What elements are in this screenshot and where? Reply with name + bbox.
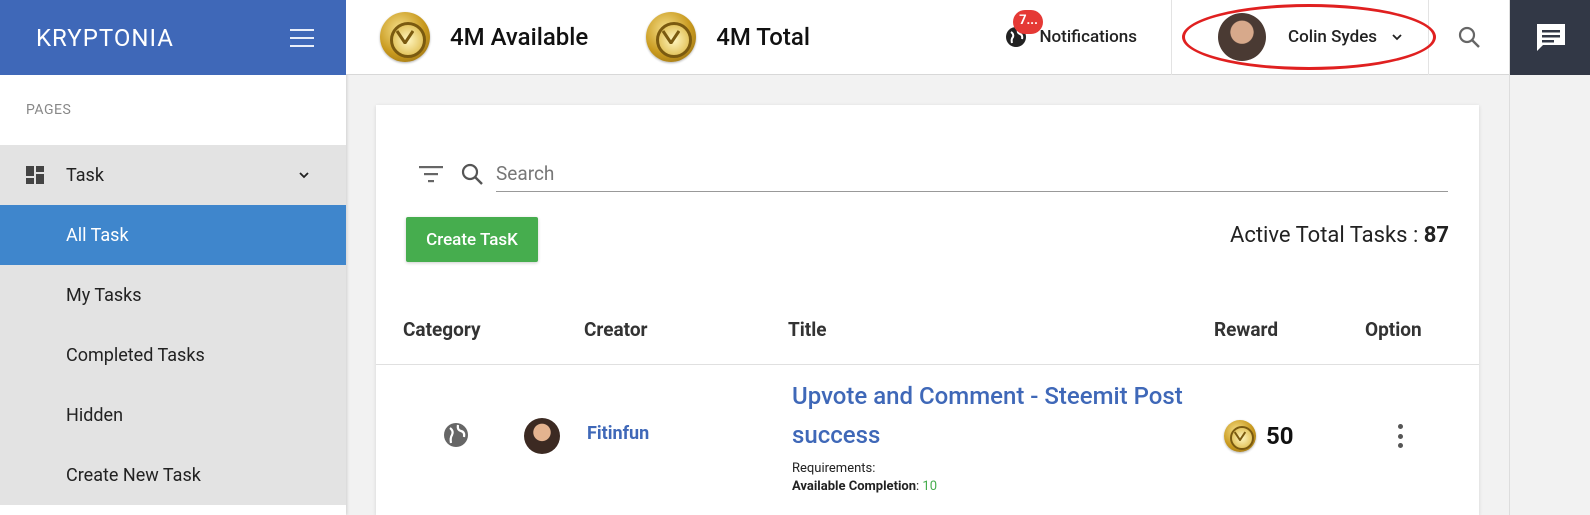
menu-icon[interactable] — [290, 28, 314, 47]
more-options-icon[interactable] — [1387, 422, 1413, 450]
sidebar-item-task[interactable]: Task — [0, 145, 346, 205]
total-text: 4M Total — [716, 23, 810, 51]
chevron-down-icon — [299, 172, 309, 179]
reward: 50 — [1224, 420, 1294, 452]
search-button[interactable] — [1429, 0, 1509, 75]
table-row: Fitinfun Upvote and Comment - Steemit Po… — [376, 366, 1479, 515]
chevron-down-icon — [1392, 34, 1402, 41]
right-panel — [1509, 0, 1590, 515]
available-balance: 4M Available — [380, 12, 588, 62]
brand-bar: KRYPTONIA — [0, 0, 346, 75]
active-total-tasks: Active Total Tasks : 87 — [1230, 223, 1449, 248]
search-bar — [418, 149, 1448, 199]
notifications-button[interactable]: 7... Notifications — [1005, 0, 1171, 75]
available-completion: Available Completion: 10 — [792, 479, 938, 494]
dashboard-icon — [26, 166, 44, 184]
avatar — [1218, 13, 1266, 61]
create-task-button[interactable]: Create TasK — [406, 217, 538, 262]
filter-icon[interactable] — [418, 162, 444, 186]
column-header-option[interactable]: Option — [1365, 318, 1422, 341]
search-icon — [461, 163, 483, 185]
sidebar-item-my-tasks[interactable]: My Tasks — [0, 265, 346, 325]
total-balance: 4M Total — [646, 12, 810, 62]
sidebar-item-all-task[interactable]: All Task — [0, 205, 346, 265]
task-title-link[interactable]: Upvote and Comment - Steemit Post succes… — [792, 377, 1212, 455]
active-total-label: Active Total Tasks : — [1229, 223, 1424, 248]
sidebar-nav: Task All Task My Tasks Completed Tasks H… — [0, 145, 346, 505]
sidebar-item-create-new-task[interactable]: Create New Task — [0, 445, 346, 505]
notification-count-badge: 7... — [1013, 9, 1044, 34]
sidebar-item-completed-tasks[interactable]: Completed Tasks — [0, 325, 346, 385]
creator-avatar[interactable] — [524, 418, 560, 454]
coin-icon — [380, 12, 430, 62]
coin-icon — [646, 12, 697, 62]
globe-icon[interactable] — [443, 422, 469, 448]
available-text: 4M Available — [450, 23, 589, 51]
available-completion-label: Available Completion — [792, 479, 917, 494]
reward-value: 50 — [1266, 422, 1294, 450]
column-header-reward[interactable]: Reward — [1214, 318, 1278, 341]
coin-icon — [1224, 420, 1256, 452]
user-menu[interactable]: Colin Sydes — [1171, 0, 1436, 75]
section-label: PAGES — [26, 102, 72, 118]
chat-button[interactable] — [1510, 0, 1590, 75]
creator-link[interactable]: Fitinfun — [587, 423, 649, 444]
chat-icon — [1536, 23, 1565, 51]
tasks-card: Create TasK Active Total Tasks : 87 Cate… — [376, 105, 1479, 515]
search-input[interactable] — [496, 156, 1448, 192]
sidebar-item-label: Task — [66, 164, 104, 186]
available-completion-value: 10 — [922, 479, 938, 494]
top-bar: 4M Available 4M Total 7... Notifications… — [346, 0, 1509, 75]
sidebar-item-hidden[interactable]: Hidden — [0, 385, 346, 445]
column-header-category[interactable]: Category — [403, 318, 481, 341]
search-icon — [1458, 26, 1480, 48]
column-header-creator[interactable]: Creator — [584, 318, 648, 341]
notifications-label: Notifications — [1039, 27, 1137, 47]
table-header: Category Creator Title Reward Option — [376, 295, 1479, 365]
column-header-title[interactable]: Title — [788, 318, 827, 341]
sidebar: KRYPTONIA PAGES Task All Task My Tasks C… — [0, 0, 346, 515]
brand-logo-text: KRYPTONIA — [36, 23, 174, 52]
requirements-label: Requirements: — [792, 461, 876, 476]
user-name: Colin Sydes — [1288, 27, 1378, 47]
active-total-value: 87 — [1423, 223, 1449, 248]
